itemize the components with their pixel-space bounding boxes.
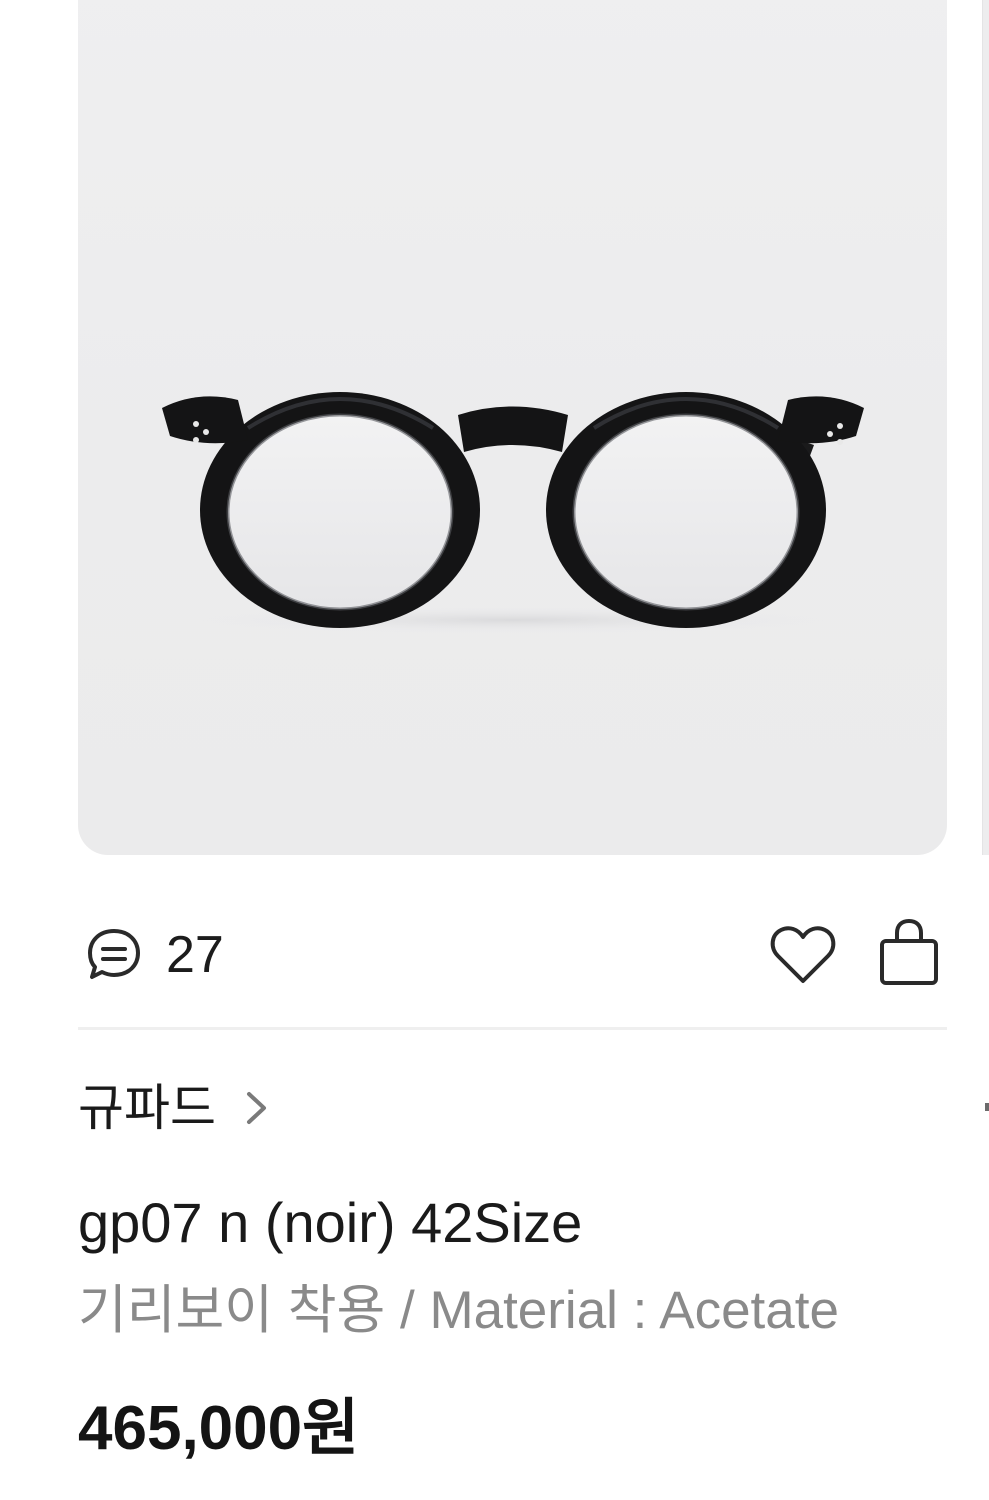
product-description: 기리보이 착용 / Material : Acetate xyxy=(78,1281,839,1340)
comment-count: 27 xyxy=(166,926,224,984)
chevron-right-icon xyxy=(247,1092,266,1124)
brand-link[interactable]: 규파드 xyxy=(78,1078,270,1138)
heart-icon[interactable] xyxy=(768,923,838,987)
product-meta-row: 27 xyxy=(78,915,947,995)
product-price: 465,000원 xyxy=(78,1394,360,1463)
next-product-text-edge xyxy=(985,1103,989,1111)
glasses-image xyxy=(162,392,864,634)
product-image-card[interactable] xyxy=(78,0,947,855)
brand-name: 규파드 xyxy=(78,1080,216,1136)
divider xyxy=(78,1027,947,1030)
product-page: 27 규파드 gp07 n (noir) 42Size 기리보이 착용 / Ma… xyxy=(0,0,989,1500)
comment-icon[interactable] xyxy=(84,925,144,985)
next-product-card-edge[interactable] xyxy=(982,0,989,855)
shopping-bag-icon[interactable] xyxy=(876,917,942,989)
product-name[interactable]: gp07 n (noir) 42Size xyxy=(78,1190,582,1256)
